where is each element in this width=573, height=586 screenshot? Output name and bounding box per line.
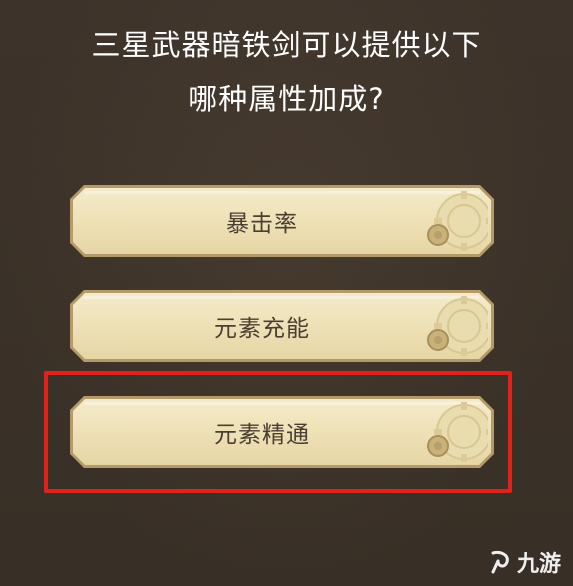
- question-line-1: 三星武器暗铁剑可以提供以下: [91, 28, 482, 62]
- answer-option-2-label: 元素充能: [214, 316, 310, 342]
- watermark-text: 九游: [516, 552, 561, 577]
- quiz-question: 三星武器暗铁剑可以提供以下 哪种属性加成?: [0, 18, 573, 126]
- nine-game-logo-icon: [491, 551, 509, 574]
- answer-option-2[interactable]: 元素充能: [70, 290, 494, 362]
- answer-option-1[interactable]: 暴击率: [70, 185, 494, 257]
- answer-option-1-label: 暴击率: [226, 211, 298, 237]
- watermark: 九游: [487, 546, 561, 578]
- selected-answer-highlight: [44, 371, 512, 493]
- question-line-2: 哪种属性加成?: [188, 82, 385, 116]
